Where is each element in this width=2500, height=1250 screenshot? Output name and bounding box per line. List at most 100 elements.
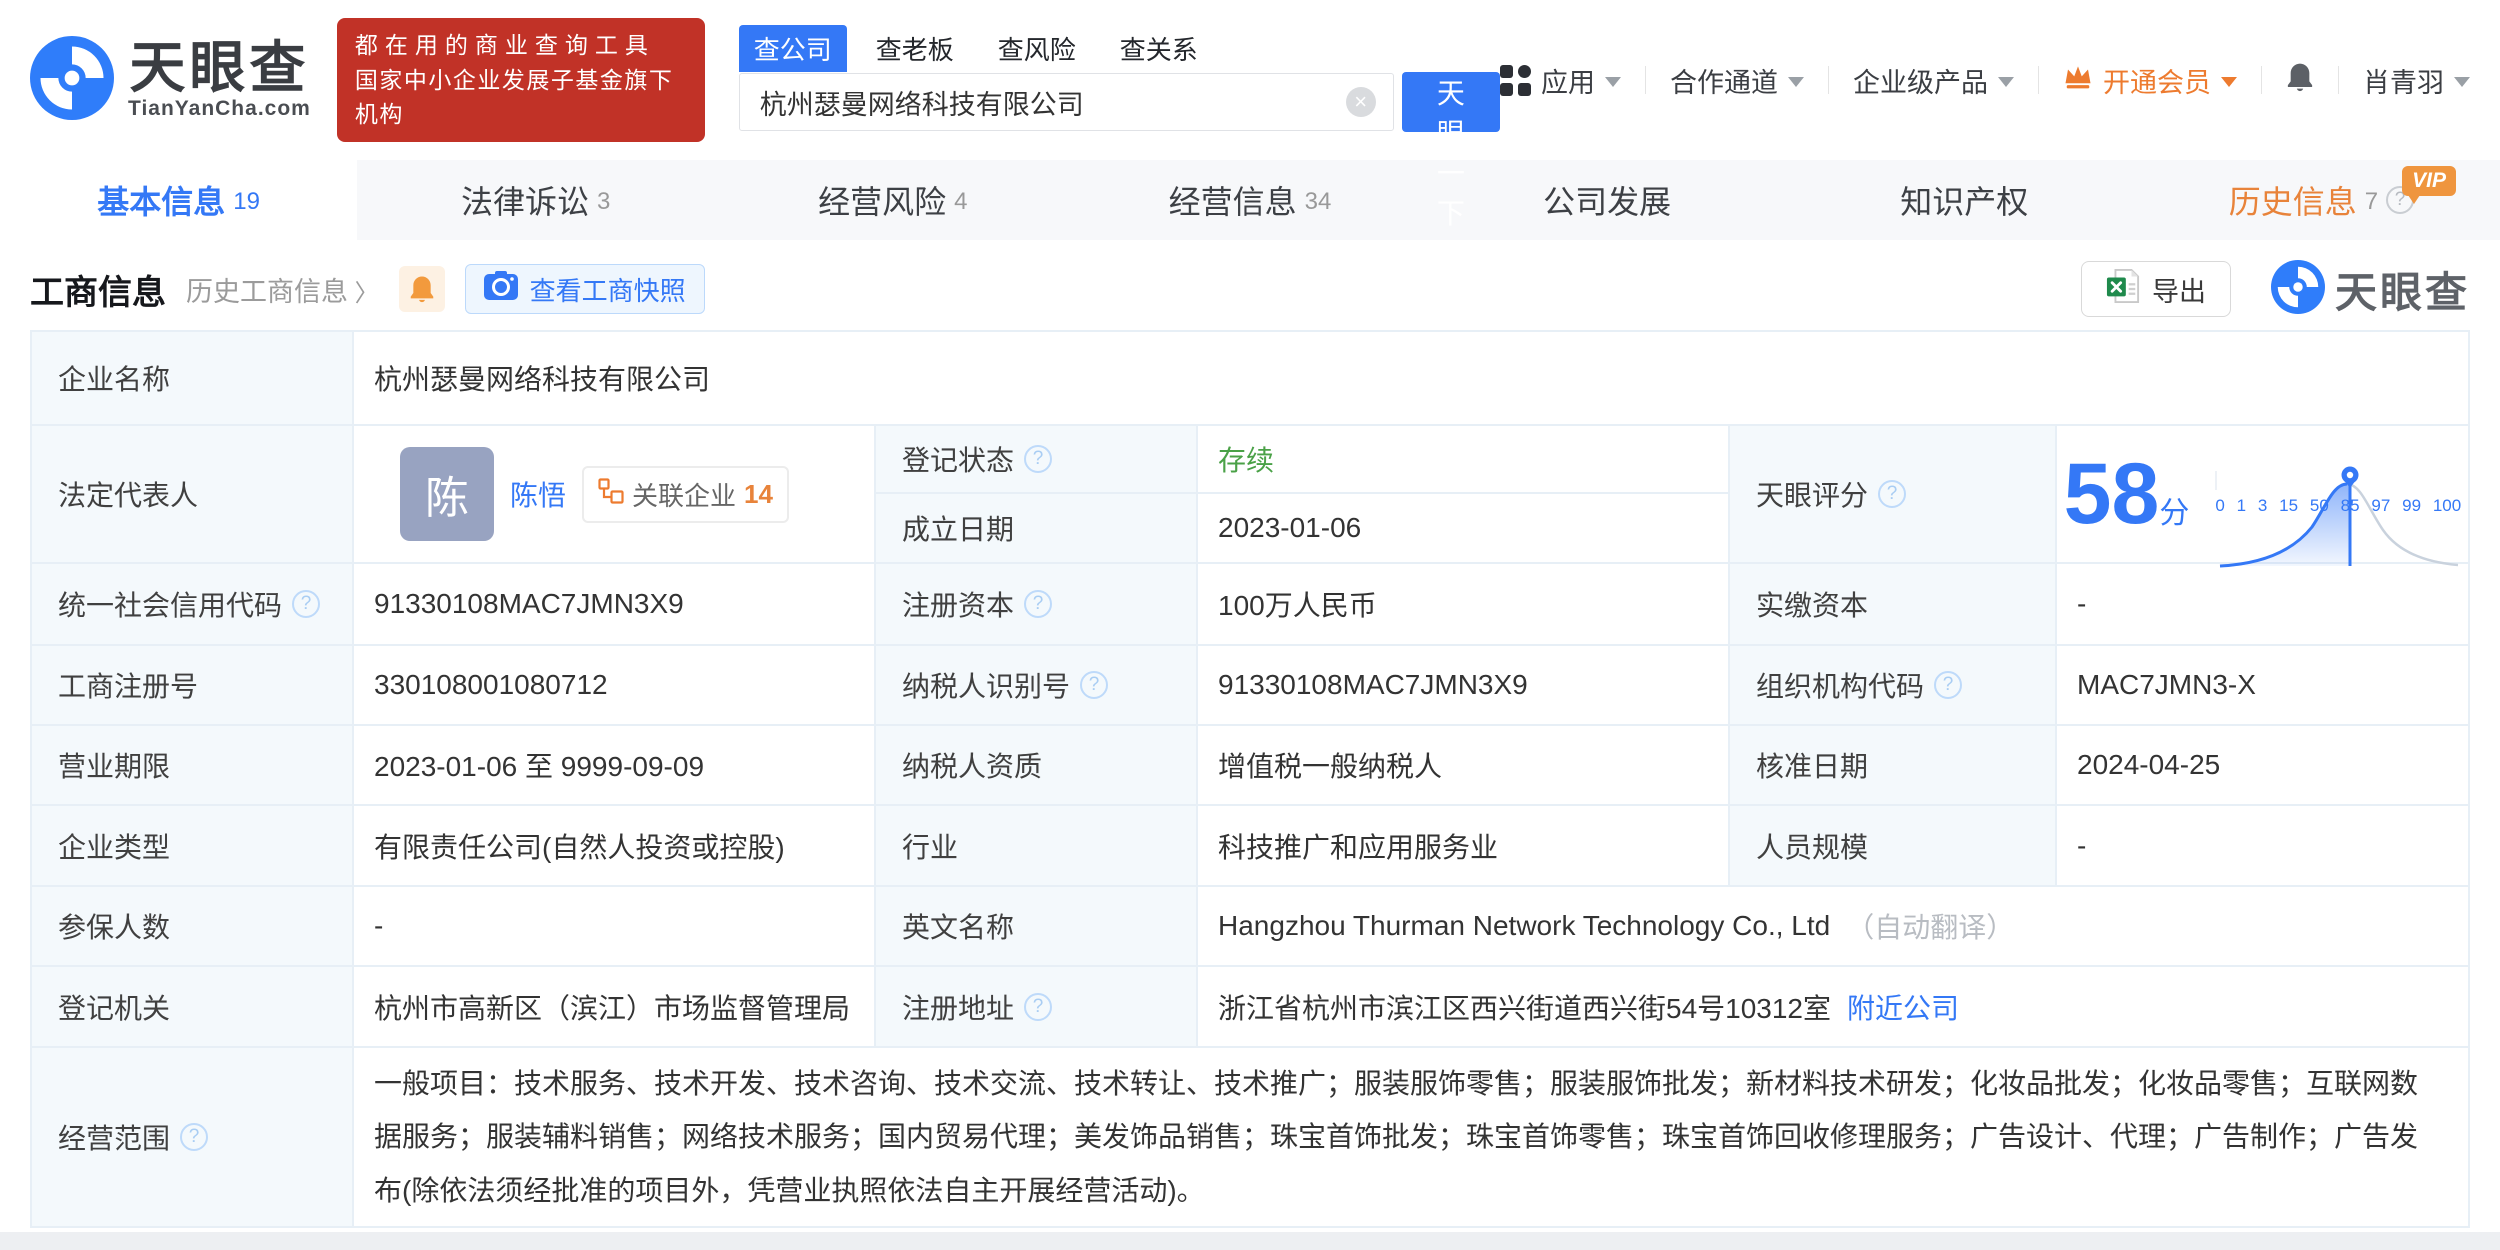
legal-rep-name-link[interactable]: 陈悟 <box>510 474 566 514</box>
tab-label: 经营信息 <box>1168 184 1297 220</box>
credit-code-value: 91330108MAC7JMN3X9 <box>354 564 874 644</box>
reg-capital-label: 注册资本 <box>876 564 1196 644</box>
promo-line2: 国家中小企业发展子基金旗下机构 <box>354 66 674 128</box>
company-type-value: 有限责任公司(自然人投资或控股) <box>354 806 874 885</box>
search-tab-relation[interactable]: 查关系 <box>1105 25 1213 72</box>
taxpayer-quality-value: 增值税一般纳税人 <box>1198 726 1728 804</box>
tab-legal-proceedings[interactable]: 法律诉讼 3 <box>357 160 714 240</box>
legal-rep-value: 陈 陈悟 关联企业 14 <box>354 426 874 562</box>
tab-count: 4 <box>954 188 968 215</box>
business-info-toolbar: 工商信息 历史工商信息 查看工商快照 <box>0 256 2500 322</box>
credit-code-label: 统一社会信用代码 <box>32 564 352 644</box>
establish-date-label: 成立日期 <box>876 494 1196 562</box>
org-code-label: 组织机构代码 <box>1730 646 2055 724</box>
reg-number-label: 工商注册号 <box>32 646 352 724</box>
search-tab-company[interactable]: 查公司 <box>738 25 847 72</box>
staff-size-value: - <box>2057 806 2468 885</box>
nav-partner[interactable]: 合作通道 <box>1670 61 1804 100</box>
score-number: 58 <box>2063 446 2160 542</box>
watermark-text: 天眼查 <box>2334 268 2470 316</box>
reg-status-value: 存续 <box>1198 426 1728 492</box>
nav-divider <box>2038 66 2039 94</box>
section-title: 工商信息 <box>30 273 166 312</box>
page-bottom-strip <box>0 1232 2500 1250</box>
help-icon[interactable] <box>1878 480 1907 508</box>
reg-authority-label: 登记机关 <box>32 967 352 1046</box>
nav-enterprise[interactable]: 企业级产品 <box>1853 61 2014 100</box>
search-tab-boss[interactable]: 查老板 <box>861 25 969 72</box>
tab-label: 经营风险 <box>818 184 947 220</box>
insured-count-value: - <box>354 887 874 965</box>
nav-apps[interactable]: 应用 <box>1500 61 1621 100</box>
logo-title: 天眼查 <box>129 35 310 99</box>
help-icon[interactable] <box>1024 590 1053 618</box>
tab-label: 知识产权 <box>1900 184 2029 220</box>
legal-rep-label: 法定代表人 <box>32 426 352 562</box>
paid-capital-label: 实缴资本 <box>1730 564 2055 644</box>
top-header: 天眼查 TianYanCha.com 都在用的商业查询工具 国家中小企业发展子基… <box>0 0 2500 229</box>
nav-vip-label: 开通会员 <box>2103 67 2211 98</box>
logo-domain: TianYanCha.com <box>128 97 311 121</box>
export-button[interactable]: 导出 <box>2080 261 2231 317</box>
history-business-info-link[interactable]: 历史工商信息 <box>186 270 379 309</box>
avatar: 陈 <box>400 447 494 541</box>
nav-divider <box>1645 66 1646 94</box>
help-icon[interactable] <box>1024 992 1053 1021</box>
business-scope-value: 一般项目：技术服务、技术开发、技术咨询、技术交流、技术转让、技术推广；服装服饰零… <box>354 1048 2468 1226</box>
reg-address-label: 注册地址 <box>876 967 1196 1046</box>
english-name-value: Hangzhou Thurman Network Technology Co.,… <box>1198 887 2468 965</box>
bell-icon <box>2286 61 2314 100</box>
tab-label: 历史信息 <box>2228 184 2357 220</box>
bell-icon <box>410 276 433 303</box>
search-tab-risk[interactable]: 查风险 <box>983 25 1091 72</box>
related-companies-badge[interactable]: 关联企业 14 <box>582 465 789 523</box>
help-icon[interactable] <box>1024 445 1053 473</box>
chevron-down-icon <box>1605 77 1621 87</box>
help-icon[interactable] <box>1934 671 1963 699</box>
reg-authority-value: 杭州市高新区（滨江）市场监督管理局 <box>354 967 874 1046</box>
subscribe-bell-button[interactable] <box>398 266 445 312</box>
nav-partner-label: 合作通道 <box>1670 67 1778 98</box>
nav-enterprise-label: 企业级产品 <box>1853 67 1988 98</box>
nearby-companies-link[interactable]: 附近公司 <box>1847 987 1959 1027</box>
company-name-value: 杭州瑟曼网络科技有限公司 <box>354 332 2468 424</box>
company-type-label: 企业类型 <box>32 806 352 885</box>
org-chart-icon <box>598 477 624 511</box>
tab-label: 法律诉讼 <box>461 184 590 220</box>
clear-search-icon[interactable] <box>1345 87 1376 117</box>
view-business-snapshot-button[interactable]: 查看工商快照 <box>464 264 705 314</box>
help-icon[interactable] <box>180 1123 209 1151</box>
tab-business-info[interactable]: 经营信息 34 <box>1071 160 1428 240</box>
chevron-down-icon <box>2221 77 2237 87</box>
nav-divider <box>1828 66 1829 94</box>
search-button[interactable]: 天眼一下 <box>1401 72 1500 229</box>
nav-notifications[interactable] <box>2286 61 2314 100</box>
tab-label: 公司发展 <box>1543 184 1672 220</box>
industry-value: 科技推广和应用服务业 <box>1198 806 1728 885</box>
help-icon[interactable] <box>292 590 321 618</box>
tab-count: 7 <box>2364 188 2379 215</box>
search-input[interactable] <box>738 73 1394 131</box>
tab-intellectual-property[interactable]: 知识产权 <box>1786 160 2143 240</box>
snapshot-button-label: 查看工商快照 <box>529 275 686 306</box>
nav-divider <box>2261 66 2262 94</box>
tab-operation-risk[interactable]: 经营风险 4 <box>714 160 1071 240</box>
tab-history-info[interactable]: VIP 历史信息 7 <box>2143 160 2500 240</box>
auto-translate-note: （自动翻译） <box>1846 912 2015 943</box>
tianyan-score-value[interactable]: 58分 0 1 3 15 50 97 99 100 <box>2057 426 2468 568</box>
tianyancha-watermark: 天眼查 <box>2270 259 2470 320</box>
establish-date-value: 2023-01-06 <box>1198 494 1728 562</box>
business-term-label: 营业期限 <box>32 726 352 804</box>
business-term-value: 2023-01-06 至 9999-09-09 <box>354 726 874 804</box>
promo-line1: 都在用的商业查询工具 <box>354 32 655 59</box>
insured-count-label: 参保人数 <box>32 887 352 965</box>
staff-size-label: 人员规模 <box>1730 806 2055 885</box>
tab-company-development[interactable]: 公司发展 <box>1429 160 1786 240</box>
tab-basic-info[interactable]: 基本信息 19 <box>0 160 358 240</box>
help-icon[interactable] <box>1080 671 1109 699</box>
apps-grid-icon <box>1500 64 1531 96</box>
tianyancha-logo[interactable]: 天眼查 TianYanCha.com <box>30 35 311 125</box>
username: 肖青羽 <box>2363 67 2444 98</box>
nav-open-vip[interactable]: 开通会员 <box>2063 61 2237 100</box>
nav-user[interactable]: 肖青羽 <box>2363 61 2470 100</box>
